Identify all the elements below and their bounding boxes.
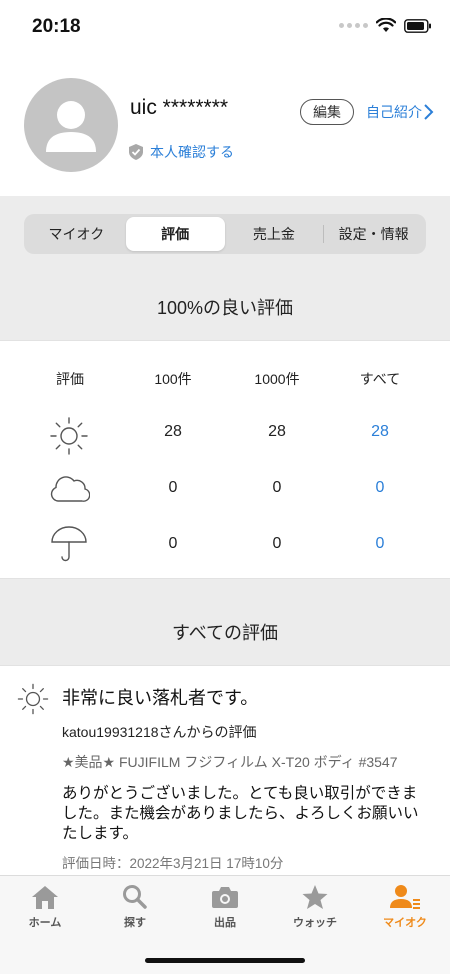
cloud-icon bbox=[50, 476, 90, 502]
nav-sell-label: 出品 bbox=[214, 917, 236, 929]
verify-label: 本人確認する bbox=[150, 144, 234, 160]
tab-sales[interactable]: 売上金 bbox=[225, 217, 324, 251]
nav-home-label: ホーム bbox=[28, 917, 62, 929]
star-icon bbox=[302, 885, 328, 909]
col-header-rating: 評価 bbox=[56, 371, 84, 387]
status-bar: 20:18 bbox=[0, 0, 450, 56]
umbrella-count-100: 0 bbox=[168, 535, 178, 552]
umbrella-icon bbox=[51, 526, 87, 562]
self-intro-label: 自己紹介 bbox=[366, 104, 422, 120]
tabs-area: マイオク 評価 売上金 設定・情報 bbox=[0, 196, 450, 274]
col-header-1000: 1000件 bbox=[254, 371, 300, 387]
nav-search-label: 探す bbox=[124, 917, 146, 929]
home-icon bbox=[32, 886, 58, 909]
identity-verify-link[interactable]: 本人確認する bbox=[128, 142, 234, 162]
nav-watch-label: ウォッチ bbox=[293, 917, 337, 929]
all-reviews-header: すべての評価 bbox=[0, 578, 450, 665]
tab-myauc[interactable]: マイオク bbox=[27, 217, 126, 251]
sun-count-all-link[interactable]: 28 bbox=[340, 423, 420, 441]
sun-count-1000: 28 bbox=[268, 423, 286, 440]
person-icon bbox=[390, 885, 420, 909]
umbrella-count-all-link[interactable]: 0 bbox=[340, 535, 420, 553]
umbrella-count-1000: 0 bbox=[272, 535, 282, 552]
person-placeholder-icon bbox=[46, 101, 96, 152]
review-item-name[interactable]: ★美品★ FUJIFILM フジフィルム X-T20 ボディ #3547 bbox=[62, 752, 398, 772]
self-intro-link[interactable]: 自己紹介 bbox=[366, 102, 434, 122]
cloud-count-all-link[interactable]: 0 bbox=[340, 479, 420, 497]
sun-icon bbox=[50, 417, 88, 455]
rating-table: 評価 100件 1000件 すべて 28 28 28 0 0 0 0 0 0 bbox=[0, 340, 450, 578]
camera-icon bbox=[212, 887, 238, 908]
nav-watch[interactable]: ウォッチ bbox=[270, 884, 360, 930]
nav-myauc[interactable]: マイオク bbox=[360, 884, 450, 930]
edit-button[interactable]: 編集 bbox=[300, 99, 354, 125]
home-indicator bbox=[145, 958, 305, 963]
profile-section: uic ******** 編集 自己紹介 本人確認する bbox=[0, 56, 450, 196]
all-reviews-title: すべての評価 bbox=[171, 623, 279, 643]
tab-settings[interactable]: 設定・情報 bbox=[324, 217, 423, 251]
review-date: 評価日時：2022年3月21日 17時10分 bbox=[62, 856, 284, 871]
signal-icon bbox=[339, 23, 368, 28]
user-name: uic ******** bbox=[130, 96, 229, 119]
cloud-count-100: 0 bbox=[168, 479, 178, 496]
battery-icon bbox=[404, 18, 431, 33]
rating-summary-header: 100%の良い評価 bbox=[0, 274, 450, 340]
status-icons bbox=[339, 18, 432, 33]
chevron-right-icon bbox=[424, 104, 434, 120]
sun-count-100: 28 bbox=[164, 423, 182, 440]
nav-home[interactable]: ホーム bbox=[0, 884, 90, 930]
rating-summary-title: 100%の良い評価 bbox=[156, 298, 294, 318]
tab-rating[interactable]: 評価 bbox=[125, 217, 225, 251]
nav-sell[interactable]: 出品 bbox=[180, 884, 270, 930]
status-time: 20:18 bbox=[32, 16, 81, 37]
wifi-icon bbox=[376, 18, 396, 32]
nav-myauc-label: マイオク bbox=[383, 917, 427, 929]
segmented-tabs: マイオク 評価 売上金 設定・情報 bbox=[24, 214, 426, 254]
nav-search[interactable]: 探す bbox=[90, 884, 180, 930]
review-body: ありがとうございました。とても良い取引ができました。また機会がありましたら、よろ… bbox=[62, 785, 419, 842]
review-title: 非常に良い落札者です。 bbox=[62, 688, 259, 708]
search-icon bbox=[123, 885, 147, 909]
sun-icon bbox=[17, 683, 49, 715]
shield-check-icon bbox=[129, 144, 143, 160]
col-header-100: 100件 bbox=[154, 371, 192, 387]
review-from[interactable]: katou19931218さんからの評価 bbox=[62, 722, 257, 742]
col-header-all: すべて bbox=[359, 371, 401, 387]
cloud-count-1000: 0 bbox=[272, 479, 282, 496]
avatar[interactable] bbox=[24, 78, 118, 172]
review-item[interactable]: 非常に良い落札者です。 katou19931218さんからの評価 ★美品★ FU… bbox=[0, 665, 450, 875]
